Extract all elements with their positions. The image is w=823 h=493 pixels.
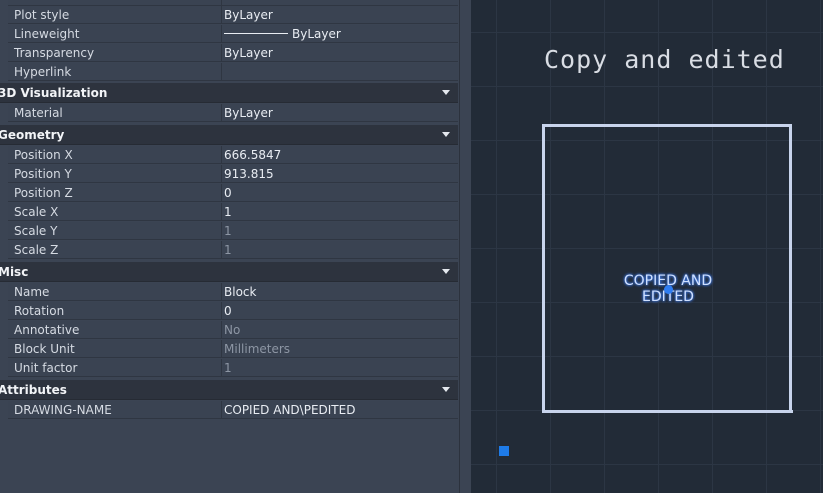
canvas-text-title[interactable]: Copy and edited	[544, 45, 785, 74]
collapse-arrow-icon[interactable]	[442, 90, 450, 95]
column-divider	[221, 241, 222, 259]
column-divider	[221, 302, 222, 320]
property-value[interactable]: 0	[224, 186, 232, 200]
column-divider	[221, 25, 222, 43]
property-value-lineweight[interactable]: ByLayer	[224, 27, 341, 41]
property-value-readonly: 1	[224, 361, 232, 375]
property-value-readonly: 1	[224, 224, 232, 238]
property-row-scale-x[interactable]: Scale X 1	[8, 203, 458, 221]
property-value[interactable]: COPIED AND\PEDITED	[224, 403, 355, 417]
property-label: Transparency	[14, 46, 95, 60]
property-label: Material	[14, 106, 63, 120]
property-row-annotative[interactable]: Annotative No	[8, 321, 458, 339]
property-row-unit-factor[interactable]: Unit factor 1	[8, 359, 458, 377]
property-row-scale-z[interactable]: Scale Z 1	[8, 241, 458, 259]
property-row-transparency[interactable]: Transparency ByLayer	[8, 44, 458, 62]
property-value[interactable]: 666.5847	[224, 148, 281, 162]
column-divider	[221, 165, 222, 183]
lineweight-value-text: ByLayer	[292, 27, 341, 41]
column-divider	[221, 321, 222, 339]
property-label: Position Z	[14, 186, 73, 200]
column-divider	[221, 44, 222, 62]
column-divider	[221, 340, 222, 358]
property-label: Unit factor	[14, 361, 78, 375]
property-value[interactable]: Block	[224, 285, 256, 299]
section-header-attributes[interactable]: Attributes	[0, 380, 458, 400]
property-value-readonly: 1	[224, 243, 232, 257]
property-label: Annotative	[14, 323, 80, 337]
palette-scroll-rail[interactable]	[459, 0, 471, 493]
property-row-block-unit[interactable]: Block Unit Millimeters	[8, 340, 458, 358]
column-divider	[221, 104, 222, 122]
column-divider	[221, 6, 222, 24]
block-corner-marker	[790, 410, 793, 413]
collapse-arrow-icon[interactable]	[442, 132, 450, 137]
property-label: Plot style	[14, 8, 70, 22]
property-row-drawing-name[interactable]: DRAWING-NAME COPIED AND\PEDITED	[8, 401, 458, 419]
block-rectangle[interactable]	[542, 124, 792, 413]
property-label: DRAWING-NAME	[14, 403, 112, 417]
column-divider	[221, 203, 222, 221]
property-label: Rotation	[14, 304, 65, 318]
column-divider	[221, 146, 222, 164]
column-divider	[221, 222, 222, 240]
property-value-readonly: No	[224, 323, 241, 337]
section-title: Attributes	[0, 383, 67, 397]
square-grip-icon[interactable]	[499, 446, 509, 456]
property-row-position-y[interactable]: Position Y 913.815	[8, 165, 458, 183]
property-row-name[interactable]: Name Block	[8, 283, 458, 301]
property-value-readonly: Millimeters	[224, 342, 291, 356]
property-value[interactable]: 1	[224, 205, 232, 219]
column-divider	[221, 63, 222, 81]
collapse-arrow-icon[interactable]	[442, 387, 450, 392]
property-value[interactable]: 0	[224, 304, 232, 318]
property-label: Scale Z	[14, 243, 59, 257]
property-row-material[interactable]: Material ByLayer	[8, 104, 458, 122]
column-divider	[221, 283, 222, 301]
property-label: Lineweight	[14, 27, 80, 41]
property-row-scale-y[interactable]: Scale Y 1	[8, 222, 458, 240]
section-header-geometry[interactable]: Geometry	[0, 125, 458, 145]
property-value[interactable]: ByLayer	[224, 106, 273, 120]
property-label: Position Y	[14, 167, 72, 181]
property-label: Name	[14, 285, 50, 299]
section-title: Misc	[0, 265, 29, 279]
property-label: Block Unit	[14, 342, 75, 356]
property-row-rotation[interactable]: Rotation 0	[8, 302, 458, 320]
property-row-hyperlink[interactable]: Hyperlink	[8, 63, 458, 81]
properties-palette: Plot style ByLayer Lineweight ByLayer Tr…	[0, 0, 471, 493]
section-header-3d-visualization[interactable]: 3D Visualization	[0, 83, 458, 103]
insertion-grip-icon[interactable]	[664, 285, 673, 294]
section-header-misc[interactable]: Misc	[0, 262, 458, 282]
section-title: Geometry	[0, 128, 65, 142]
property-value[interactable]: ByLayer	[224, 8, 273, 22]
column-divider	[221, 184, 222, 202]
section-title: 3D Visualization	[0, 86, 108, 100]
property-value[interactable]: 913.815	[224, 167, 274, 181]
property-value[interactable]: ByLayer	[224, 46, 273, 60]
property-row-plot-style[interactable]: Plot style ByLayer	[8, 6, 458, 24]
property-label: Scale X	[14, 205, 59, 219]
drawing-canvas[interactable]: Copy and edited COPIED AND EDITED	[471, 0, 823, 493]
column-divider	[221, 359, 222, 377]
column-divider	[221, 401, 222, 419]
property-label: Scale Y	[14, 224, 58, 238]
property-row-position-x[interactable]: Position X 666.5847	[8, 146, 458, 164]
collapse-arrow-icon[interactable]	[442, 269, 450, 274]
lineweight-sample-icon	[224, 33, 288, 34]
property-row-position-z[interactable]: Position Z 0	[8, 184, 458, 202]
property-row-lineweight[interactable]: Lineweight ByLayer	[8, 25, 458, 43]
property-label: Position X	[14, 148, 73, 162]
property-label: Hyperlink	[14, 65, 72, 79]
